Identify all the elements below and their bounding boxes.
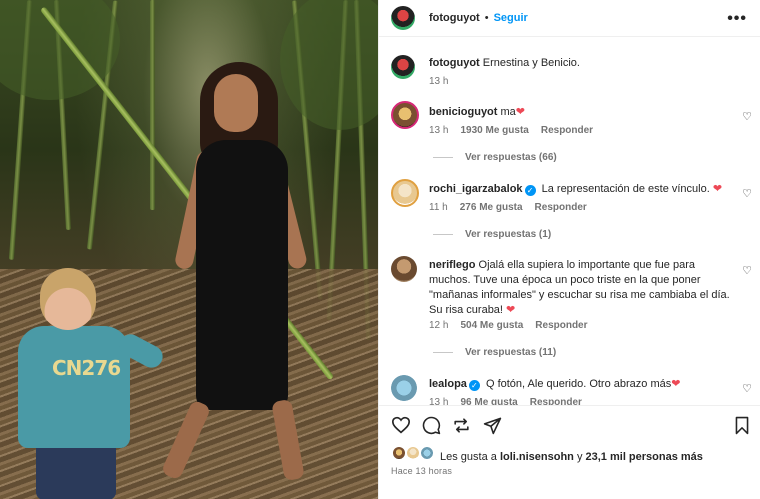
avatar[interactable] [391,55,415,79]
like-comment-icon[interactable]: ♡ [742,110,752,123]
verified-icon: ✓ [468,380,480,391]
divider [433,351,453,353]
caption: fotoguyot Ernestina y Benicio. [429,56,747,71]
foliage [280,0,378,130]
divider [433,156,453,158]
timestamp[interactable]: 12 h [429,320,448,331]
comment: lealopa ✓ Q fotón, Ale querido. Otro abra… [429,377,747,392]
bookmark-icon[interactable] [734,416,750,440]
repost-icon[interactable] [452,416,471,440]
username[interactable]: lealopa [429,378,467,390]
like-count[interactable]: 504 Me gusta [460,320,523,331]
woman-jumpsuit [196,140,288,410]
comment: neriflego Ojalá ella supiera lo importan… [429,258,734,318]
heart-emoji: ❤ [515,106,526,118]
view-replies-label: Ver respuestas (66) [465,152,557,163]
post-photo[interactable]: CN276 [0,0,378,499]
post-time[interactable]: Hace 13 horas [391,466,452,476]
avatar[interactable] [391,256,417,282]
username[interactable]: rochi_igarzabalok [429,183,523,195]
divider [433,233,453,235]
like-comment-icon[interactable]: ♡ [742,264,752,277]
like-count[interactable]: 276 Me gusta [460,202,523,213]
username[interactable]: fotoguyot [429,57,480,69]
heart-emoji: ❤ [506,304,516,316]
like-count[interactable]: 1930 Me gusta [460,125,528,136]
username[interactable]: benicioguyot [429,106,497,118]
view-replies-button[interactable]: Ver respuestas (66) [433,152,557,163]
header-user: fotoguyot • Seguir [429,12,528,24]
boy-legs [36,440,116,499]
more-horizontal-icon[interactable]: ••• [727,10,747,28]
comment-text: Ojalá ella supiera lo importante que fue… [429,259,730,316]
avatar[interactable] [391,375,417,401]
reply-button[interactable]: Responder [535,202,587,213]
liker-avatar[interactable] [419,445,435,461]
woman-face [214,74,258,132]
timestamp[interactable]: 11 h [429,202,448,213]
bamboo-stalk [150,0,155,210]
view-replies-label: Ver respuestas (11) [465,347,557,358]
timestamp[interactable]: 13 h [429,76,448,87]
boy-head [40,268,96,330]
username[interactable]: neriflego [429,259,475,271]
paper-plane-icon[interactable] [483,416,502,440]
post-sidebar: fotoguyot • Seguir ••• fotoguyot Ernestina… [378,0,760,499]
comment-meta: 13 h 1930 Me gusta Responder [429,125,605,136]
comment-text: Q fotón, Ale querido. Otro abrazo más [485,378,672,390]
liker-username[interactable]: loli.nisensohn [500,451,574,463]
avatar[interactable] [391,101,419,129]
comment-text: ma [500,106,516,118]
likes-summary: Les gusta a loli.nisensohn y 23,1 mil pe… [440,451,703,463]
view-replies-button[interactable]: Ver respuestas (11) [433,347,556,358]
comment-meta: 12 h 504 Me gusta Responder [429,320,600,331]
verified-icon: ✓ [524,185,536,196]
heart-emoji: ❤ [712,183,723,195]
boy-hoodie [18,326,130,448]
heart-emoji: ❤ [671,378,681,390]
post-header: fotoguyot • Seguir ••• [379,0,760,37]
comment-bubble-icon[interactable] [422,416,441,440]
comment: benicioguyot ma❤ [429,105,747,120]
comment: rochi_igarzabalok ✓ La representación de … [429,182,747,197]
likes-count[interactable]: 23,1 mil personas más [586,451,703,463]
comment-text: La representación de este vínculo. [541,183,710,195]
avatar[interactable] [391,179,419,207]
shirt-print: CN276 [52,356,121,380]
reply-button[interactable]: Responder [535,320,587,331]
follow-button[interactable]: Seguir [494,12,528,24]
action-bar: Les gusta a loli.nisensohn y 23,1 mil pe… [379,405,760,499]
username[interactable]: fotoguyot [429,12,480,24]
comment-meta: 11 h 276 Me gusta Responder [429,202,599,213]
reply-button[interactable]: Responder [541,125,593,136]
separator: • [484,12,489,24]
view-replies-label: Ver respuestas (1) [465,229,552,240]
view-replies-button[interactable]: Ver respuestas (1) [433,229,551,240]
caption-meta: 13 h [429,76,460,87]
timestamp[interactable]: 13 h [429,125,448,136]
like-comment-icon[interactable]: ♡ [742,187,752,200]
heart-outline-icon[interactable] [391,416,411,439]
avatar[interactable] [391,6,415,30]
like-comment-icon[interactable]: ♡ [742,382,752,395]
likes-prefix: Les gusta a [440,451,500,463]
caption-text: Ernestina y Benicio. [482,57,580,69]
likes-mid: y [573,451,586,463]
